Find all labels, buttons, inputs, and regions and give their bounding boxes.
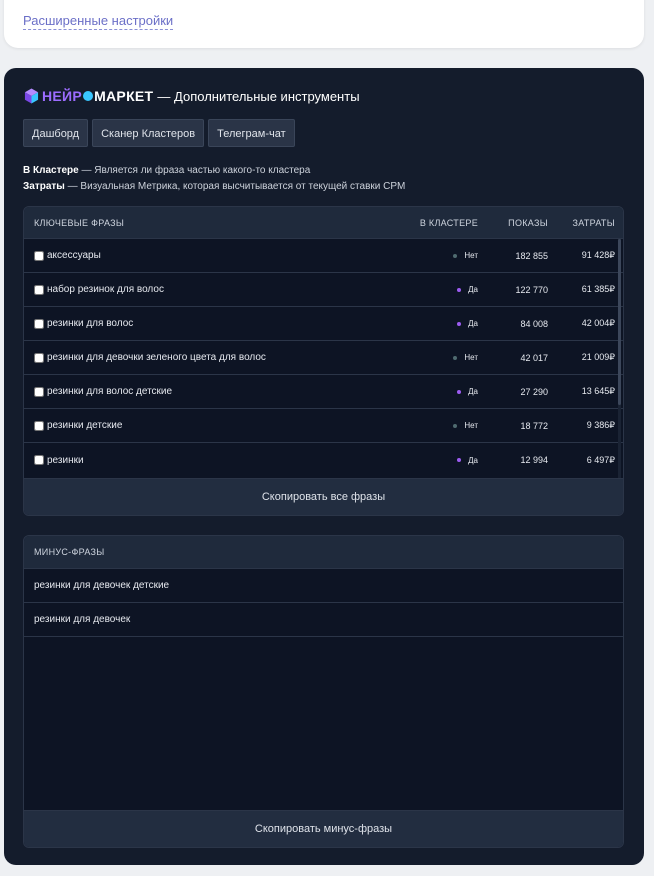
row-checkbox[interactable] [34, 284, 44, 295]
note-text: — Визуальная Метрика, которая высчитывае… [64, 181, 406, 192]
col-shows: ПОКАЗЫ [508, 217, 548, 228]
col-keywords: КЛЮЧЕВЫЕ ФРАЗЫ [34, 217, 125, 228]
advanced-settings-link[interactable]: Расширенные настройки [23, 13, 174, 30]
cluster-status-dot [457, 287, 462, 292]
row-phrase: набор резинок для волос [47, 284, 164, 295]
cluster-status-dot [453, 423, 458, 428]
row-checkbox[interactable] [34, 352, 44, 363]
brand-tagline: — Дополнительные инструменты [157, 88, 360, 104]
row-shows: 27 290 [520, 386, 548, 397]
row-cost: 91 428₽ [581, 250, 615, 260]
tab-telegram-chat[interactable]: Телеграм-чат [208, 119, 295, 147]
keywords-table: КЛЮЧЕВЫЕ ФРАЗЫ В КЛАСТЕРЕ ПОКАЗЫ ЗАТРАТЫ… [23, 206, 624, 516]
row-phrase: резинки детские [47, 420, 123, 431]
copy-minus-phrases-button[interactable]: Скопировать минус-фразы [24, 810, 623, 847]
row-shows: 122 770 [515, 284, 548, 295]
table-row: резинки детские Нет 18 772 9 386₽ [24, 409, 623, 443]
minus-phrases-header: МИНУС-ФРАЗЫ [24, 536, 623, 569]
row-shows: 84 008 [520, 318, 548, 329]
table-row: набор резинок для волос Да 122 770 61 38… [24, 273, 623, 307]
table-row: резинки Да 12 994 6 497₽ [24, 443, 623, 477]
row-phrase: резинки для волос [47, 318, 134, 329]
note-term: В Кластере [23, 165, 79, 176]
col-in-cluster: В КЛАСТЕРЕ [419, 217, 478, 228]
scrollbar-thumb[interactable] [618, 239, 621, 405]
cluster-status-dot [453, 355, 458, 360]
tools-panel: НЕЙР МАРКЕТ — Дополнительные инструменты … [4, 68, 644, 865]
cluster-status-dot [457, 321, 462, 326]
brand-header: НЕЙР МАРКЕТ — Дополнительные инструменты [24, 86, 360, 106]
row-checkbox[interactable] [34, 420, 44, 431]
row-in-cluster: Нет [464, 251, 478, 260]
row-phrase: аксессуары [47, 250, 101, 261]
cluster-status-dot [457, 389, 462, 394]
row-cost: 6 497₽ [586, 454, 615, 465]
list-item[interactable]: резинки для девочек [24, 603, 623, 637]
row-in-cluster: Да [468, 285, 478, 294]
cluster-status-dot [453, 253, 458, 258]
note-cost: Затраты — Визуальная Метрика, которая вы… [23, 179, 405, 195]
tab-cluster-scanner[interactable]: Сканер Кластеров [92, 119, 205, 147]
logo-cube-icon [24, 88, 39, 104]
table-row: резинки для волос детские Да 27 290 13 6… [24, 375, 623, 409]
row-checkbox[interactable] [34, 318, 44, 329]
row-checkbox[interactable] [34, 386, 44, 397]
row-phrase: резинки для волос детские [47, 386, 173, 397]
col-cost: ЗАТРАТЫ [572, 217, 615, 228]
copy-all-phrases-button[interactable]: Скопировать все фразы [24, 478, 623, 515]
note-in-cluster: В Кластере — Является ли фраза частью ка… [23, 163, 405, 179]
row-checkbox[interactable] [34, 250, 44, 261]
table-row: резинки для волос Да 84 008 42 004₽ [24, 307, 623, 341]
brand-dot-icon [83, 91, 94, 102]
settings-card: Расширенные настройки [4, 0, 644, 48]
row-phrase: резинки для девочки зеленого цвета для в… [47, 352, 266, 363]
row-shows: 42 017 [520, 352, 548, 363]
row-phrase: резинки [47, 454, 84, 466]
row-cost: 9 386₽ [586, 420, 615, 430]
table-body[interactable]: аксессуары Нет 182 855 91 428₽ набор рез… [24, 239, 623, 478]
row-in-cluster: Да [468, 319, 478, 328]
table-row: резинки для девочки зеленого цвета для в… [24, 341, 623, 375]
table-header: КЛЮЧЕВЫЕ ФРАЗЫ В КЛАСТЕРЕ ПОКАЗЫ ЗАТРАТЫ [24, 207, 623, 239]
row-shows: 182 855 [515, 250, 548, 261]
row-cost: 13 645₽ [581, 386, 615, 396]
brand-name-part1: НЕЙР [42, 88, 83, 104]
row-in-cluster: Да [468, 387, 478, 396]
row-in-cluster: Да [468, 455, 478, 465]
brand-name-part2: МАРКЕТ [94, 88, 154, 104]
tool-tabs: Дашборд Сканер Кластеров Телеграм-чат [23, 119, 295, 147]
row-cost: 42 004₽ [581, 318, 615, 328]
row-shows: 18 772 [520, 420, 548, 431]
row-cost: 61 385₽ [581, 284, 615, 294]
legend-notes: В Кластере — Является ли фраза частью ка… [23, 163, 405, 195]
list-item[interactable]: резинки для девочек детские [24, 569, 623, 603]
row-checkbox[interactable] [34, 455, 44, 465]
minus-phrases-panel: МИНУС-ФРАЗЫ резинки для девочек детские … [23, 535, 624, 848]
row-cost: 21 009₽ [581, 352, 615, 362]
note-term: Затраты [23, 181, 65, 192]
row-in-cluster: Нет [464, 421, 478, 430]
row-in-cluster: Нет [464, 353, 478, 362]
cluster-status-dot [457, 458, 462, 462]
table-row: аксессуары Нет 182 855 91 428₽ [24, 239, 623, 273]
brand-logo: НЕЙР МАРКЕТ [42, 88, 153, 104]
note-text: — Является ли фраза частью какого-то кла… [78, 165, 311, 176]
row-shows: 12 994 [520, 455, 548, 465]
tab-dashboard[interactable]: Дашборд [23, 119, 89, 147]
